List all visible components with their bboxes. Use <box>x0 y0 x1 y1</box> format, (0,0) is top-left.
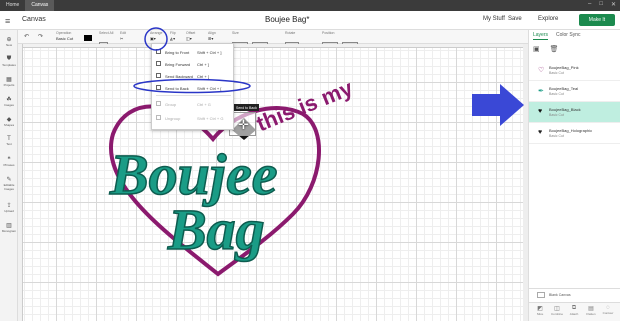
tab-layers[interactable]: Layers <box>533 32 549 40</box>
heart-filled-icon: ♥ <box>538 108 543 115</box>
tab-color-sync[interactable]: Color Sync <box>556 32 580 40</box>
blank-canvas-layer[interactable]: Blank Canvas <box>529 288 620 300</box>
annotation-overlay <box>133 27 251 94</box>
heart-filled-icon: ♥ <box>538 129 543 136</box>
flatten-button[interactable]: ▤ Flatten <box>584 305 598 316</box>
heart-outline-icon: ♡ <box>538 67 545 74</box>
send-to-back-highlight-oval <box>133 78 251 94</box>
group-layers-icon[interactable]: ▣ <box>533 45 540 53</box>
slice-icon: ◩ <box>537 306 543 312</box>
flatten-icon: ▤ <box>588 306 594 312</box>
layer-item[interactable]: ✒ BoujeeBag_Teal Basic Cut <box>529 81 620 102</box>
attach-icon: ⧉ <box>571 305 577 311</box>
attach-button[interactable]: ⧉ Attach <box>567 305 581 316</box>
layers-bottom-actions: ◩ Slice ◫ Combine ⧉ Attach ▤ Flatten ◌ C… <box>529 302 620 321</box>
layers-tools: ▣ 🗑 <box>533 45 559 53</box>
layers-panel-tabs: Layers Color Sync <box>529 30 620 40</box>
arrange-highlight-circle <box>144 27 168 51</box>
layer-item[interactable]: ♥ BoujeeBag_Holographic Basic Cut <box>529 123 620 144</box>
pointer-arrow-icon <box>472 84 524 126</box>
slice-button[interactable]: ◩ Slice <box>533 305 547 316</box>
combine-icon: ◫ <box>554 306 560 312</box>
contour-button[interactable]: ◌ Contour <box>601 305 615 315</box>
layers-panel: Layers Color Sync ▣ 🗑 ♡ BoujeeBag_Pink B… <box>528 30 620 321</box>
layer-item-selected[interactable]: ♥ BoujeeBag_Black Basic Cut <box>529 102 620 123</box>
text-shape-icon: ✒ <box>538 88 544 95</box>
layer-item[interactable]: ♡ BoujeeBag_Pink Basic Cut <box>529 60 620 81</box>
canvas-color-swatch[interactable] <box>537 292 545 298</box>
trash-icon[interactable]: 🗑 <box>550 45 559 53</box>
combine-button[interactable]: ◫ Combine <box>550 305 564 316</box>
